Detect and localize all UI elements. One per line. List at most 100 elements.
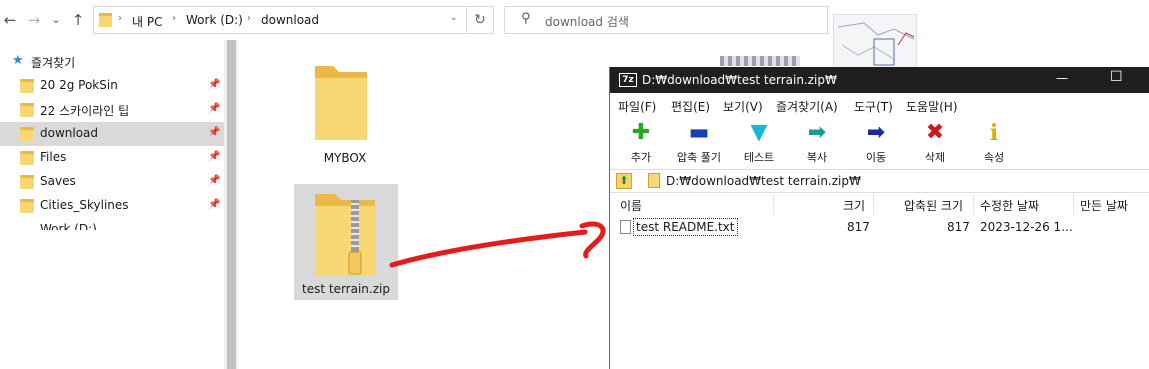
thumbnail-image bbox=[837, 22, 915, 66]
background-window-fragment bbox=[833, 14, 917, 68]
menu-edit[interactable]: 편집(E) bbox=[671, 98, 710, 115]
sidebar-item-label: 20 2g PokSin bbox=[40, 78, 118, 92]
forward-button[interactable]: → bbox=[24, 8, 44, 32]
test-icon: ▼ bbox=[750, 120, 768, 145]
up-button[interactable]: ↑ bbox=[68, 8, 88, 32]
size-cell: 817 bbox=[847, 220, 870, 234]
sidebar-item-label: Saves bbox=[40, 174, 76, 188]
zip-folder-icon bbox=[315, 194, 375, 276]
toolbar-label: 삭제 bbox=[924, 151, 946, 164]
window-title: D:₩download₩test terrain.zip₩ bbox=[642, 73, 837, 87]
sidebar-scrollbar-thumb[interactable] bbox=[227, 40, 236, 369]
toolbar-label: 이동 bbox=[865, 151, 887, 164]
column-divider bbox=[1073, 194, 1074, 215]
extract-icon: ▬ bbox=[688, 120, 710, 145]
sidebar-item-label: 즐겨찾기 bbox=[31, 56, 76, 70]
folder-icon bbox=[99, 13, 112, 27]
sidebar-item-label: Cities_Skylines bbox=[40, 198, 129, 212]
sidebar-item-label: 22 스카이라인 팁 bbox=[40, 104, 130, 118]
menu-help[interactable]: 도움말(H) bbox=[906, 98, 958, 115]
maximize-button[interactable]: ☐ bbox=[1110, 69, 1123, 85]
folder-icon bbox=[20, 175, 34, 189]
pin-icon: 📌 bbox=[208, 79, 221, 90]
add-button[interactable]: ✚ 추가 bbox=[611, 119, 671, 167]
move-button[interactable]: ➡ 이동 bbox=[846, 119, 906, 167]
folder-icon bbox=[315, 66, 367, 140]
sidebar-item-work-drive[interactable]: Work (D:) bbox=[0, 218, 224, 230]
copy-icon: ➡ bbox=[807, 120, 827, 145]
chevron-right-icon: › bbox=[247, 13, 251, 24]
breadcrumb-this-pc[interactable]: 내 PC bbox=[132, 13, 162, 30]
add-icon: ✚ bbox=[631, 120, 651, 145]
toolbar-label: 압축 풀기 bbox=[677, 151, 721, 164]
delete-icon: ✖ bbox=[925, 120, 945, 145]
menu-favorites[interactable]: 즐겨찾기(A) bbox=[776, 98, 838, 115]
file-name-cell: test README.txt bbox=[633, 218, 738, 236]
background-window-fragment bbox=[720, 56, 800, 66]
sevenzip-window: 7z D:₩download₩test terrain.zip₩ — ☐ 파일(… bbox=[609, 67, 1149, 369]
delete-button[interactable]: ✖ 삭제 bbox=[905, 119, 965, 167]
file-name: MYBOX bbox=[323, 151, 367, 165]
search-placeholder: download 검색 bbox=[545, 15, 629, 29]
menu-bar: 파일(F) 편집(E) 보기(V) 즐겨찾기(A) 도구(T) 도움말(H) bbox=[610, 94, 1149, 116]
extract-button[interactable]: ▬ 압축 풀기 bbox=[669, 119, 729, 167]
move-icon: ➡ bbox=[866, 120, 886, 145]
folder-icon bbox=[20, 103, 34, 117]
packed-size-cell: 817 bbox=[947, 220, 970, 234]
minimize-button[interactable]: — bbox=[1056, 71, 1068, 85]
refresh-button[interactable]: ↻ bbox=[467, 6, 494, 34]
file-name: test terrain.zip bbox=[302, 282, 390, 296]
text-file-icon bbox=[620, 220, 631, 234]
file-item-mybox[interactable]: MYBOX bbox=[285, 56, 405, 170]
copy-button[interactable]: ➡ 복사 bbox=[787, 119, 847, 167]
properties-button[interactable]: i 속성 bbox=[964, 119, 1024, 167]
breadcrumb-download[interactable]: download bbox=[261, 13, 319, 27]
toolbar-label: 추가 bbox=[630, 151, 652, 164]
breadcrumb-work-drive[interactable]: Work (D:) bbox=[186, 13, 243, 27]
chevron-down-icon[interactable]: ⌄ bbox=[450, 13, 458, 23]
chevron-right-icon: › bbox=[118, 13, 122, 24]
test-button[interactable]: ▼ 테스트 bbox=[729, 119, 789, 167]
toolbar-label: 테스트 bbox=[743, 151, 775, 164]
sidebar-item-label: download bbox=[40, 126, 99, 140]
sidebar-item-skyline-tips[interactable]: 22 스카이라인 팁 📌 bbox=[0, 98, 224, 122]
zip-file-icon bbox=[648, 173, 660, 188]
column-header-size[interactable]: 크기 bbox=[843, 197, 865, 214]
column-header-name[interactable]: 이름 bbox=[620, 197, 642, 214]
title-bar[interactable]: 7z D:₩download₩test terrain.zip₩ — ☐ bbox=[610, 67, 1149, 93]
recent-locations-dropdown[interactable]: ⌄ bbox=[46, 8, 66, 32]
folder-icon bbox=[20, 151, 34, 165]
search-input[interactable]: ⚲ download 검색 bbox=[504, 6, 828, 34]
menu-view[interactable]: 보기(V) bbox=[723, 98, 763, 115]
back-button[interactable]: ← bbox=[0, 8, 20, 32]
menu-tools[interactable]: 도구(T) bbox=[854, 98, 893, 115]
menu-file[interactable]: 파일(F) bbox=[618, 98, 656, 115]
path-field[interactable]: D:₩download₩test terrain.zip₩ bbox=[646, 172, 1146, 190]
address-bar[interactable]: › 내 PC › Work (D:) › download ⌄ bbox=[93, 6, 467, 34]
column-header-created[interactable]: 만든 날짜 bbox=[1080, 197, 1128, 214]
sevenzip-app-icon: 7z bbox=[619, 73, 637, 87]
sidebar-item-saves[interactable]: Saves 📌 bbox=[0, 170, 224, 194]
column-header-modified[interactable]: 수정한 날짜 bbox=[980, 197, 1039, 214]
pin-icon: 📌 bbox=[208, 127, 221, 138]
folder-icon bbox=[20, 79, 34, 93]
table-row[interactable]: test README.txt 817 817 2023-12-26 1... bbox=[610, 217, 1149, 237]
search-icon: ⚲ bbox=[521, 11, 531, 26]
sidebar-item-20-2g-poksin[interactable]: 20 2g PokSin 📌 bbox=[0, 74, 224, 98]
pin-icon: 📌 bbox=[208, 199, 221, 210]
sidebar-item-cities-skylines[interactable]: Cities_Skylines 📌 bbox=[0, 194, 224, 218]
sidebar-item-files[interactable]: Files 📌 bbox=[0, 146, 224, 170]
column-header-packed-size[interactable]: 압축된 크기 bbox=[904, 197, 963, 214]
sidebar-item-download[interactable]: download 📌 bbox=[0, 122, 224, 146]
red-arrow-annotation bbox=[389, 221, 606, 268]
info-icon: i bbox=[989, 120, 999, 146]
column-divider bbox=[973, 194, 974, 215]
parent-folder-button[interactable]: ⬆ bbox=[616, 173, 632, 189]
sidebar-quick-access[interactable]: ★ 즐겨찾기 bbox=[0, 50, 224, 74]
path-bar: ⬆ D:₩download₩test terrain.zip₩ bbox=[610, 169, 1149, 193]
toolbar-label: 복사 bbox=[806, 151, 828, 164]
column-divider bbox=[873, 194, 874, 215]
sidebar-item-label: Files bbox=[40, 150, 67, 164]
pin-icon: 📌 bbox=[208, 151, 221, 162]
path-text: D:₩download₩test terrain.zip₩ bbox=[666, 174, 861, 188]
